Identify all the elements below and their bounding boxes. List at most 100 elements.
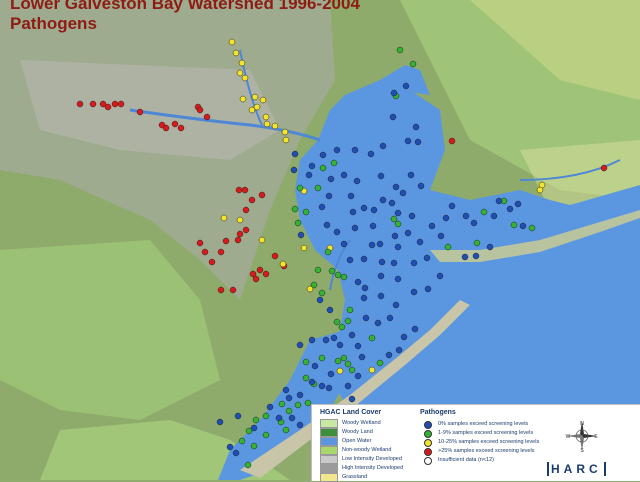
sampling-site-marker <box>326 306 334 314</box>
land-cover-item: Open Water <box>320 437 371 446</box>
sampling-site-marker <box>242 206 250 214</box>
sampling-site-marker <box>330 159 338 167</box>
dot-icon <box>424 421 432 429</box>
compass-w: W <box>566 434 571 440</box>
sampling-site-marker <box>402 82 410 90</box>
sampling-site-marker <box>495 197 503 205</box>
sampling-site-marker <box>291 205 299 213</box>
sampling-site-marker <box>344 382 352 390</box>
sampling-site-marker <box>252 416 260 424</box>
sampling-site-marker <box>354 342 362 350</box>
sampling-site-marker <box>111 100 119 108</box>
dot-icon <box>424 457 432 465</box>
sampling-site-marker <box>196 239 204 247</box>
sampling-site-marker <box>275 414 283 422</box>
sampling-site-marker <box>300 244 308 252</box>
sampling-site-marker <box>394 209 402 217</box>
sampling-site-marker <box>271 252 279 260</box>
sampling-site-marker <box>248 106 256 114</box>
sampling-site-marker <box>296 421 304 429</box>
sampling-site-marker <box>470 219 478 227</box>
sampling-site-marker <box>222 237 230 245</box>
sampling-site-marker <box>333 146 341 154</box>
sampling-site-marker <box>473 239 481 247</box>
sampling-site-marker <box>336 367 344 375</box>
sampling-site-marker <box>318 354 326 362</box>
sampling-site-marker <box>353 177 361 185</box>
sampling-site-marker <box>360 294 368 302</box>
sampling-site-marker <box>244 461 252 469</box>
sampling-site-marker <box>327 370 335 378</box>
sampling-site-marker <box>325 384 333 392</box>
sampling-site-marker <box>319 164 327 172</box>
sampling-site-marker <box>368 366 376 374</box>
sampling-site-marker <box>196 106 204 114</box>
sampling-site-marker <box>305 171 313 179</box>
sampling-site-marker <box>514 200 522 208</box>
sampling-site-marker <box>370 206 378 214</box>
sampling-site-marker <box>297 231 305 239</box>
sampling-site-marker <box>379 142 387 150</box>
sampling-site-marker <box>407 171 415 179</box>
sampling-site-marker <box>216 418 224 426</box>
sampling-site-marker <box>400 333 408 341</box>
sampling-site-marker <box>334 357 342 365</box>
sampling-site-marker <box>323 221 331 229</box>
sampling-site-marker <box>296 391 304 399</box>
swatch <box>320 428 338 437</box>
sampling-site-marker <box>436 272 444 280</box>
sampling-site-marker <box>266 403 274 411</box>
sampling-site-marker <box>302 208 310 216</box>
sampling-site-marker <box>392 183 400 191</box>
dot-icon <box>424 448 432 456</box>
sampling-site-marker <box>376 359 384 367</box>
sampling-site-marker <box>378 258 386 266</box>
pathogen-item: Insufficient data (n<12) <box>424 456 494 465</box>
sampling-site-marker <box>519 222 527 230</box>
sampling-site-marker <box>377 272 385 280</box>
sampling-site-marker <box>472 252 480 260</box>
sampling-site-marker <box>346 256 354 264</box>
map-title-line2: Pathogens <box>10 14 97 33</box>
sampling-site-marker <box>278 400 286 408</box>
pathogen-label: 10-25% samples exceed screening levels <box>438 439 540 445</box>
sampling-site-marker <box>136 108 144 116</box>
sampling-site-marker <box>238 59 246 67</box>
sampling-site-marker <box>344 317 352 325</box>
sampling-site-marker <box>510 221 518 229</box>
sampling-site-marker <box>285 407 293 415</box>
sampling-site-marker <box>351 224 359 232</box>
land-cover-item: Woody Wetland <box>320 419 381 428</box>
pathogen-item: >25% samples exceed screening levels <box>424 447 534 456</box>
sampling-site-marker <box>442 214 450 222</box>
dot-icon <box>424 430 432 438</box>
sampling-site-marker <box>333 318 341 326</box>
sampling-site-marker <box>377 292 385 300</box>
land-cover-label: High Intensity Developed <box>342 465 404 471</box>
sampling-site-marker <box>239 95 247 103</box>
sampling-site-marker <box>250 442 258 450</box>
sampling-site-marker <box>234 236 242 244</box>
sampling-site-marker <box>394 275 402 283</box>
sampling-site-marker <box>394 243 402 251</box>
sampling-site-marker <box>259 96 267 104</box>
harc-logo: HARC <box>547 461 606 477</box>
sampling-site-marker <box>410 288 418 296</box>
sampling-site-marker <box>258 236 266 244</box>
land-cover-legend-title: HGAC Land Cover <box>320 409 382 416</box>
sampling-site-marker <box>411 325 419 333</box>
sampling-site-marker <box>448 202 456 210</box>
sampling-site-marker <box>385 351 393 359</box>
sampling-site-marker <box>390 89 398 97</box>
sampling-site-marker <box>377 172 385 180</box>
sampling-site-marker <box>162 124 170 132</box>
sampling-site-marker <box>328 267 336 275</box>
sampling-site-marker <box>368 334 376 342</box>
sampling-site-marker <box>351 146 359 154</box>
sampling-site-marker <box>379 196 387 204</box>
sampling-site-marker <box>360 255 368 263</box>
legend: HGAC Land Cover Woody Wetland Woody Land… <box>311 404 640 482</box>
pathogen-label: 1-9% samples exceed screening levels <box>438 430 534 436</box>
sampling-site-marker <box>390 215 398 223</box>
sampling-site-marker <box>177 124 185 132</box>
